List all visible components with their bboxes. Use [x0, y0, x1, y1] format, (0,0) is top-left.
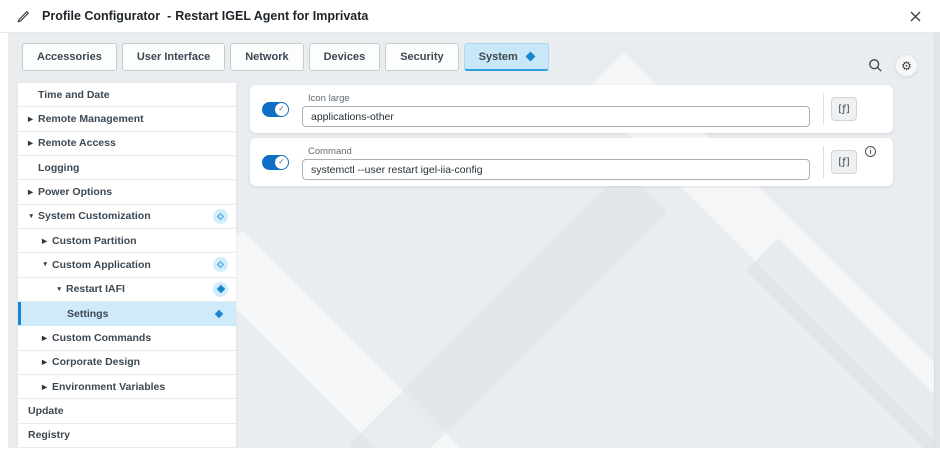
chevron-right-icon[interactable]: ▶ [42, 383, 52, 391]
sidebar-item-power-options[interactable]: ▶Power Options [18, 180, 236, 204]
setting-card-command: ✓ Command [ƒ] i [250, 138, 893, 186]
parameter-function-button[interactable]: [ƒ] [831, 150, 857, 174]
content-area: Accessories User Interface Network Devices S… [8, 33, 940, 448]
chevron-right-icon[interactable]: ▶ [28, 139, 38, 147]
command-input[interactable] [302, 159, 810, 180]
sidebar-item-corporate-design[interactable]: ▶Corporate Design [18, 351, 236, 375]
sidebar-item-label: Remote Access [38, 137, 116, 149]
sidebar-item-label: Environment Variables [52, 381, 165, 393]
tab-label: System [479, 51, 518, 63]
hollow-diamond-icon [217, 213, 224, 220]
tab-accessories[interactable]: Accessories [22, 43, 117, 71]
tab-security[interactable]: Security [385, 43, 458, 71]
modified-indicator-badge [213, 282, 228, 297]
sidebar-item-label: Logging [38, 162, 79, 174]
chevron-right-icon[interactable]: ▶ [42, 237, 52, 245]
sidebar-item-custom-commands[interactable]: ▶Custom Commands [18, 326, 236, 350]
close-button[interactable] [905, 6, 925, 26]
background-watermark [349, 169, 667, 448]
tab-system[interactable]: System [464, 43, 549, 71]
setting-card-icon-large: ✓ Icon large [ƒ] [250, 85, 893, 133]
tab-label: User Interface [137, 51, 210, 63]
chevron-right-icon[interactable]: ▶ [42, 334, 52, 342]
modified-indicator-badge [213, 209, 228, 224]
modified-indicator-badge [211, 306, 226, 321]
card-divider [823, 146, 824, 178]
sidebar-item-system-customization[interactable]: ▼System Customization [18, 205, 236, 229]
sidebar-item-remote-management[interactable]: ▶Remote Management [18, 107, 236, 131]
sidebar-item-update[interactable]: Update [18, 399, 236, 423]
field-label: Icon large [308, 93, 810, 104]
hollow-diamond-icon [217, 261, 224, 268]
parameter-function-button[interactable]: [ƒ] [831, 97, 857, 121]
sidebar-item-custom-partition[interactable]: ▶Custom Partition [18, 229, 236, 253]
sidebar-item-restart-iafi[interactable]: ▼Restart IAFI [18, 278, 236, 302]
sidebar-item-label: Corporate Design [52, 356, 140, 368]
chevron-down-icon[interactable]: ▼ [42, 261, 52, 268]
tab-user-interface[interactable]: User Interface [122, 43, 225, 71]
tab-label: Network [245, 51, 288, 63]
gear-icon: ⚙ [901, 60, 912, 72]
profile-name: Restart IGEL Agent for Imprivata [175, 9, 368, 23]
modified-indicator-badge [213, 257, 228, 272]
sidebar-item-label: Settings [67, 308, 108, 320]
chevron-right-icon[interactable]: ▶ [42, 358, 52, 366]
tab-label: Accessories [37, 51, 102, 63]
tab-label: Security [400, 51, 443, 63]
window-title: Profile Configurator [42, 9, 160, 23]
sidebar-item-environment-variables[interactable]: ▶Environment Variables [18, 375, 236, 399]
sidebar-item-label: Update [28, 405, 64, 417]
card-divider [823, 93, 824, 125]
filled-diamond-icon [214, 309, 222, 317]
sidebar-item-label: Remote Management [38, 113, 144, 125]
window-title-separator: - [167, 9, 171, 23]
tab-devices[interactable]: Devices [309, 43, 381, 71]
search-icon [868, 58, 883, 73]
sidebar-item-registry[interactable]: Registry [18, 424, 236, 448]
sidebar-item-label: System Customization [38, 210, 151, 222]
sidebar-item-logging[interactable]: Logging [18, 156, 236, 180]
sidebar-item-label: Power Options [38, 186, 112, 198]
sidebar-item-label: Time and Date [38, 89, 110, 101]
sidebar-item-remote-access[interactable]: ▶Remote Access [18, 132, 236, 156]
sidebar-item-label: Registry [28, 429, 70, 441]
tab-label: Devices [324, 51, 366, 63]
search-button[interactable] [865, 56, 885, 76]
sidebar-item-label: Custom Application [52, 259, 151, 271]
sidebar-item-custom-application[interactable]: ▼Custom Application [18, 253, 236, 277]
sidebar-item-settings[interactable]: Settings [18, 302, 236, 326]
chevron-right-icon[interactable]: ▶ [28, 115, 38, 123]
field-wrap: Command [302, 144, 810, 180]
info-icon[interactable]: i [865, 146, 876, 157]
icon-large-input[interactable] [302, 106, 810, 127]
enable-toggle[interactable]: ✓ [262, 155, 289, 170]
settings-tree-sidebar: Time and Date▶Remote Management▶Remote A… [18, 83, 236, 448]
vertical-scrollbar[interactable] [934, 33, 940, 448]
sidebar-item-label: Restart IAFI [66, 283, 125, 295]
tab-network[interactable]: Network [230, 43, 303, 71]
sidebar-item-time-and-date[interactable]: Time and Date [18, 83, 236, 107]
field-wrap: Icon large [302, 91, 810, 127]
toggle-check-icon: ✓ [275, 156, 288, 169]
edit-pencil-icon [17, 10, 30, 23]
modified-diamond-icon [525, 52, 535, 62]
chevron-right-icon[interactable]: ▶ [28, 188, 38, 196]
enable-toggle[interactable]: ✓ [262, 102, 289, 117]
category-tabbar: Accessories User Interface Network Devices S… [22, 43, 549, 71]
sidebar-item-label: Custom Partition [52, 235, 137, 247]
profile-configurator-window: Profile Configurator - Restart IGEL Agen… [0, 0, 940, 450]
chevron-down-icon[interactable]: ▼ [28, 213, 38, 220]
toolbar-icons: ⚙ [865, 54, 918, 77]
settings-panel: ✓ Icon large [ƒ] ✓ Command [ƒ] i [250, 85, 893, 191]
field-label: Command [308, 146, 810, 157]
profile-settings-button[interactable]: ⚙ [895, 54, 918, 77]
filled-diamond-icon [216, 285, 224, 293]
chevron-down-icon[interactable]: ▼ [56, 286, 66, 293]
titlebar: Profile Configurator - Restart IGEL Agen… [0, 0, 940, 33]
close-icon [910, 11, 921, 22]
sidebar-item-label: Custom Commands [52, 332, 151, 344]
toggle-check-icon: ✓ [275, 103, 288, 116]
